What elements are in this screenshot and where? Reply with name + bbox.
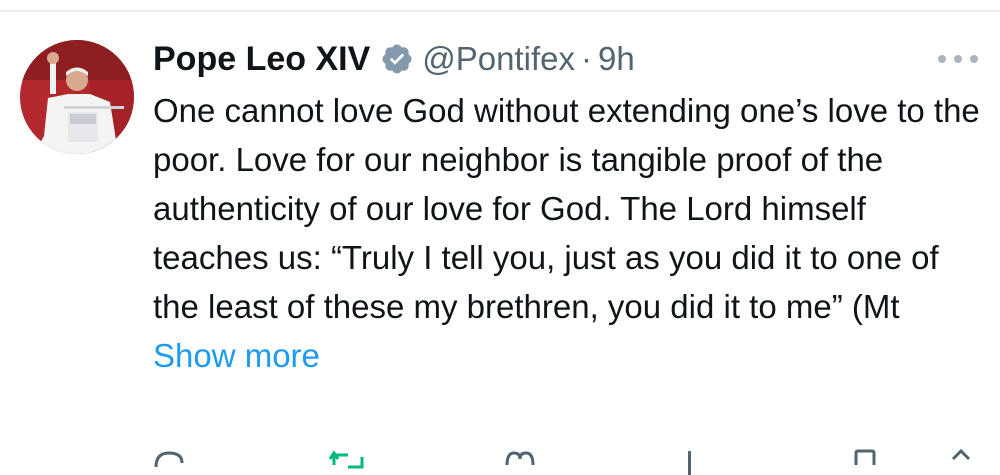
tweet-body: One cannot love God without extending on… bbox=[153, 92, 980, 325]
views-icon[interactable] bbox=[680, 445, 700, 475]
more-dot bbox=[954, 55, 962, 63]
show-more-link[interactable]: Show more bbox=[153, 337, 320, 374]
verified-badge-icon[interactable] bbox=[380, 42, 414, 76]
more-options-icon[interactable] bbox=[938, 48, 978, 70]
tweet-text: One cannot love God without extending on… bbox=[153, 86, 983, 380]
repost-icon[interactable] bbox=[328, 445, 368, 475]
avatar[interactable] bbox=[20, 40, 134, 154]
more-dot bbox=[970, 55, 978, 63]
display-name[interactable]: Pope Leo XIV bbox=[153, 40, 370, 79]
tweet-header: Pope Leo XIV @Pontifex · 9h bbox=[153, 36, 635, 82]
like-icon[interactable] bbox=[502, 445, 538, 475]
share-icon[interactable] bbox=[946, 445, 976, 475]
avatar-image bbox=[20, 40, 134, 154]
action-bar bbox=[150, 445, 980, 475]
separator-dot: · bbox=[581, 40, 593, 77]
top-divider bbox=[0, 10, 1000, 12]
user-handle[interactable]: @Pontifex bbox=[422, 40, 575, 78]
timestamp[interactable]: 9h bbox=[598, 40, 635, 78]
bookmark-icon[interactable] bbox=[850, 445, 880, 475]
reply-icon[interactable] bbox=[152, 445, 186, 475]
more-dot bbox=[938, 55, 946, 63]
